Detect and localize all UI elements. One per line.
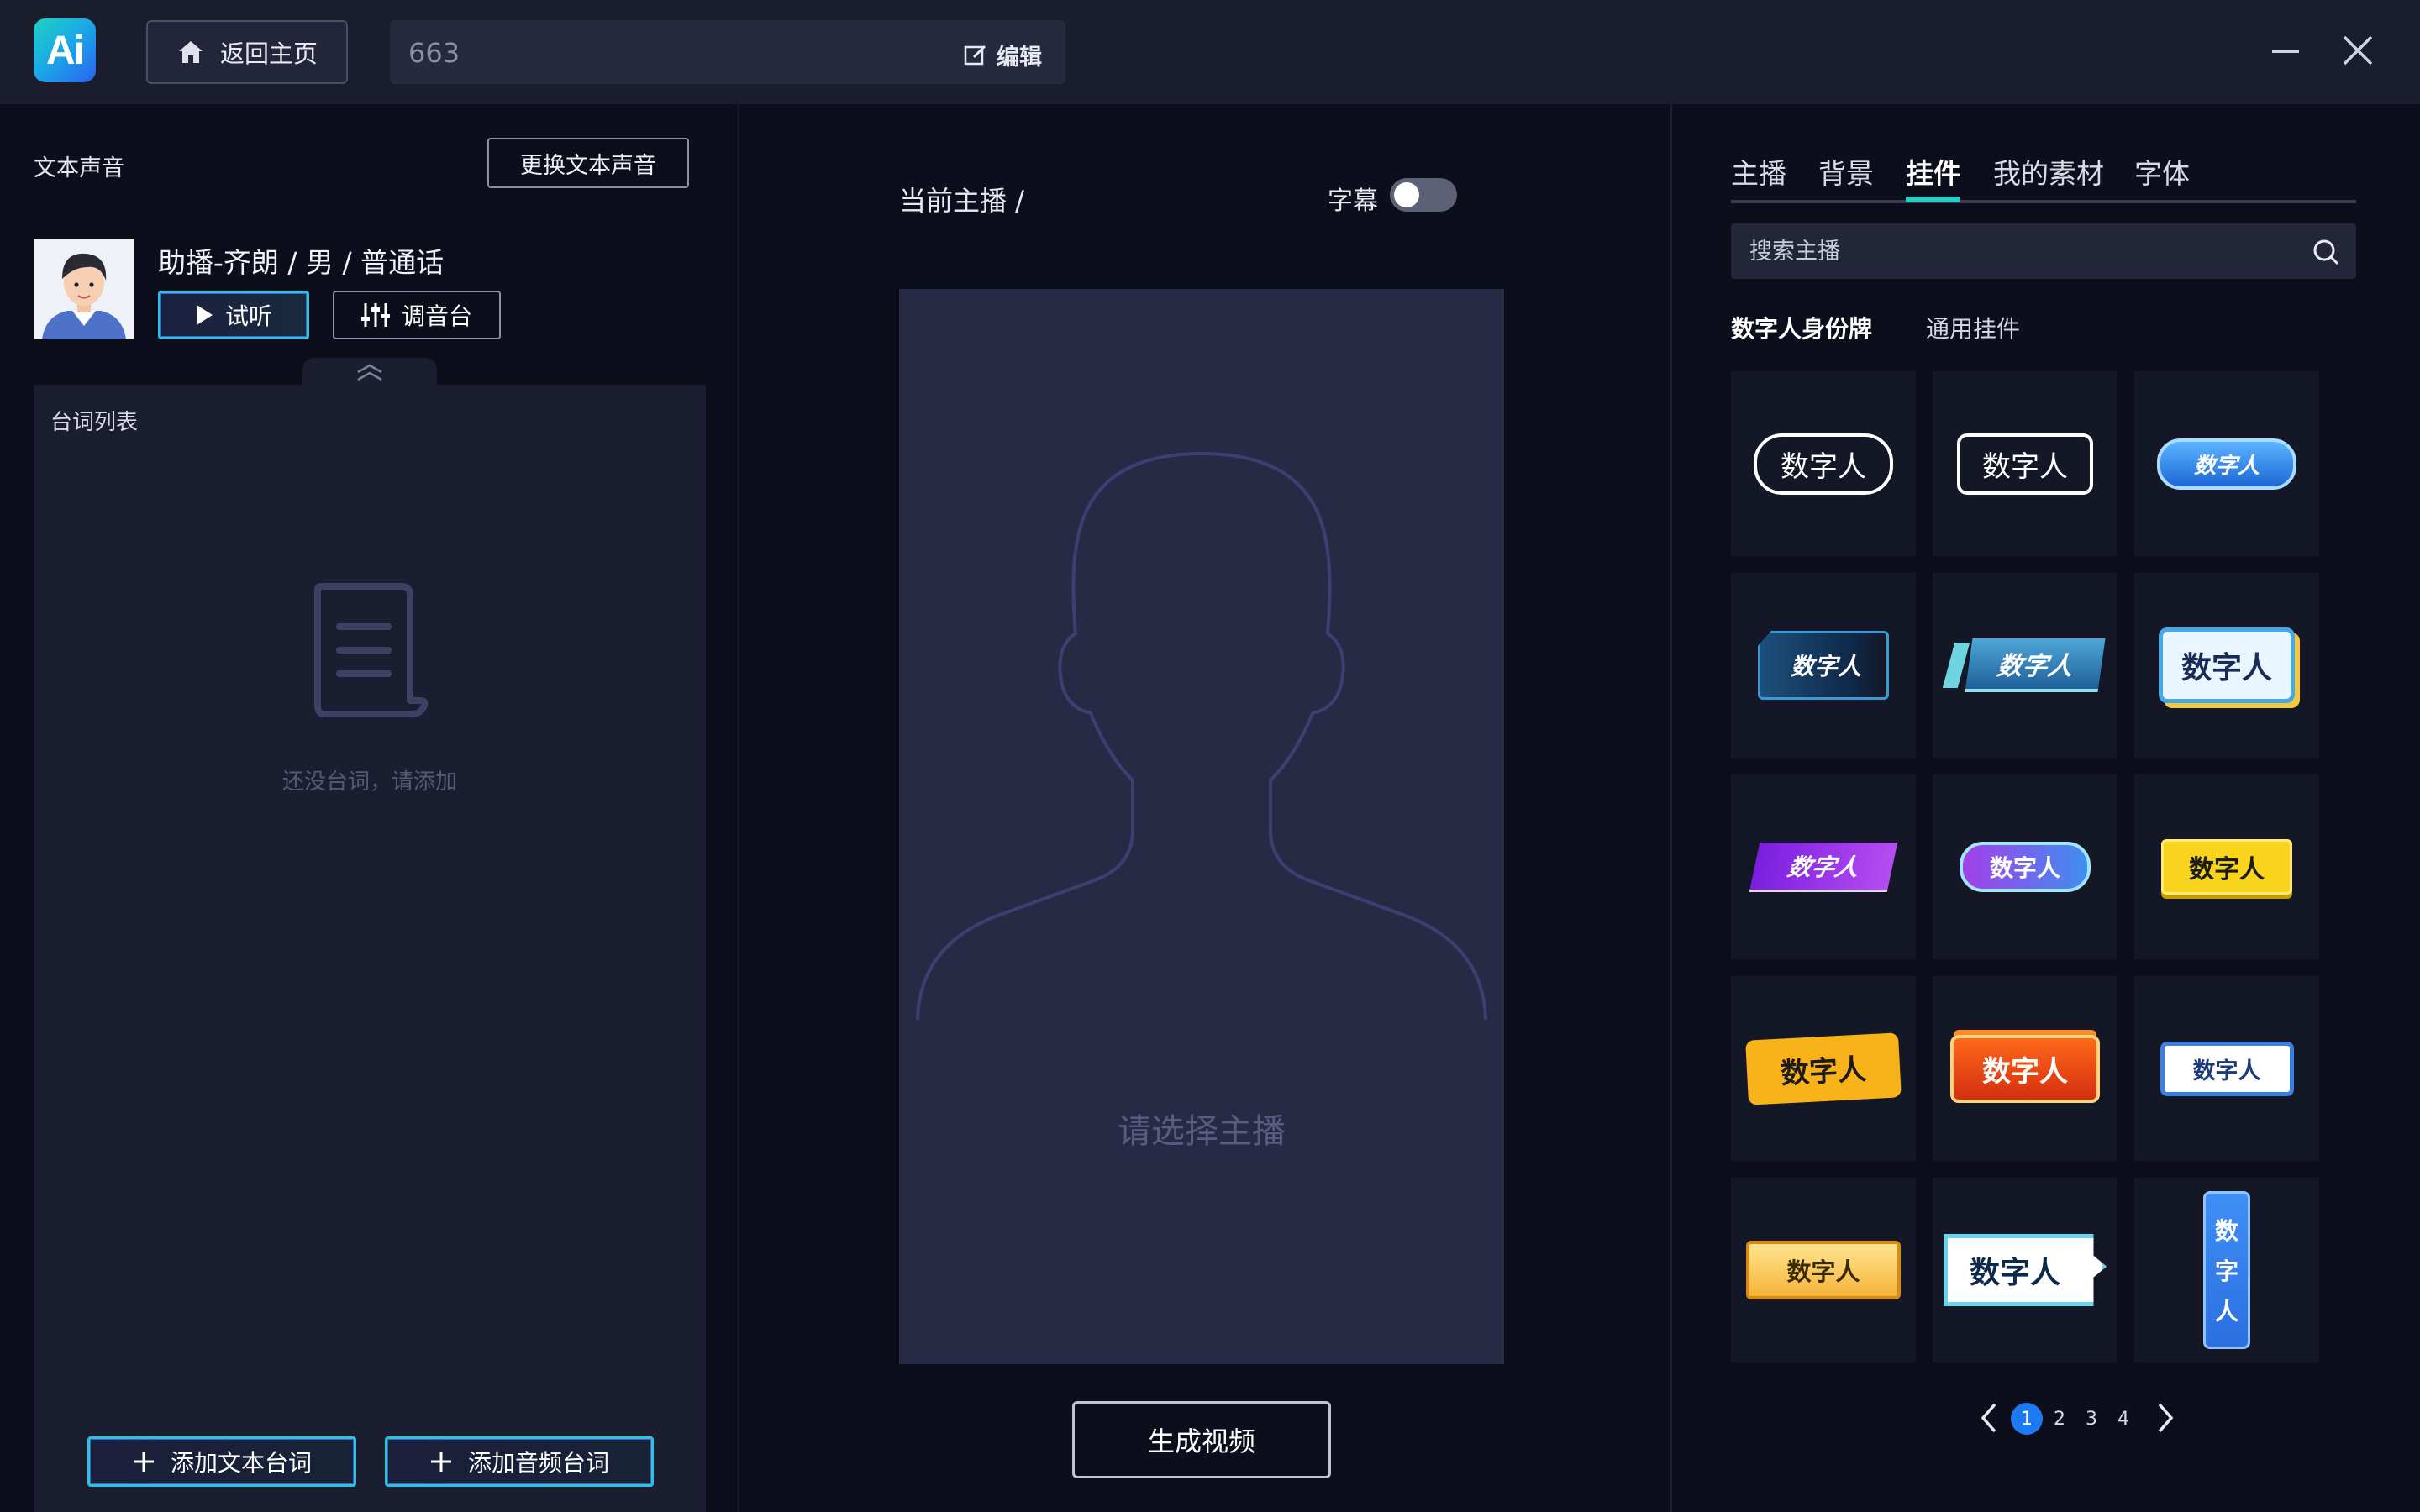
tab-background[interactable]: 背景 [1818,151,1874,192]
edit-icon [964,45,986,65]
preview-voice-button[interactable]: 试听 [158,291,309,339]
badge-style-4[interactable]: 数字人 [1731,573,1916,758]
badge-style-7[interactable]: 数字人 [1731,774,1916,959]
badge-text: 数字人 [1957,433,2093,495]
empty-lines-message: 还没台词，请添加 [281,769,457,795]
subtab-digital-id-badge[interactable]: 数字人身份牌 [1731,311,1872,344]
edit-name-button[interactable]: 编辑 [963,39,1042,71]
close-icon[interactable] [2339,32,2376,69]
badge-text: 数字人 [1754,433,1893,495]
badge-style-6[interactable]: 数字人 [2134,573,2319,758]
project-name-field[interactable]: 663 编辑 [390,20,1065,84]
right-panel-divider [1670,104,1672,1512]
tab-bar-line [1731,200,2356,203]
badge-style-12[interactable]: 数字人 [2134,976,2319,1161]
subtitle-toggle[interactable] [1390,178,1457,212]
home-button[interactable]: 返回主页 [146,20,348,84]
preview-placeholder: 请选择主播 [1118,1112,1286,1151]
voice-name: 助播-齐朗 / 男 / 普通话 [158,246,445,279]
home-icon [178,41,203,63]
toggle-knob [1394,182,1419,207]
mixer-icon [360,303,390,327]
search-box [1731,223,2356,279]
badge-style-1[interactable]: 数字人 [1731,371,1916,556]
mixer-label: 调音台 [401,302,472,330]
subtitle-label: 字幕 [1328,186,1378,216]
badge-text: 数字人 [2158,627,2295,703]
badge-style-10[interactable]: 数字人 [1731,976,1916,1161]
home-button-label: 返回主页 [219,39,318,68]
page-4[interactable]: 4 [2107,1403,2139,1435]
tab-fonts[interactable]: 字体 [2134,151,2190,192]
tab-host[interactable]: 主播 [1731,151,1786,192]
badge-style-15[interactable]: 数 字 人 [2134,1178,2319,1362]
badge-style-9[interactable]: 数字人 [2134,774,2319,959]
voice-avatar [34,239,134,339]
search-input[interactable] [1731,223,2302,279]
badge-style-8[interactable]: 数字人 [1933,774,2118,959]
active-tab-indicator [1906,197,1960,202]
plus-icon [133,1452,154,1472]
badge-text: 数字人 [1757,631,1889,700]
badge-style-2[interactable]: 数字人 [1933,371,2118,556]
badge-style-3[interactable]: 数字人 [2134,371,2319,556]
prev-page-icon[interactable] [1976,1399,2002,1436]
badge-vertical: 数 字 人 [2203,1191,2250,1349]
page-3[interactable]: 3 [2075,1403,2107,1435]
badge-text: 数字人 [1965,638,2106,692]
plus-icon [430,1452,451,1472]
lines-list-title: 台词列表 [50,410,139,435]
badge-text: 数字人 [1746,1241,1901,1299]
badge-5-wrap: 数字人 [1942,638,2106,692]
badge-text: 数字人 [1749,842,1898,892]
person-silhouette-icon [916,451,1487,1021]
double-chevron-up-icon [357,364,382,381]
mixer-button[interactable]: 调音台 [333,291,501,339]
lines-list: 台词列表 还没台词，请添加 [34,385,706,1512]
preview-voice-label: 试听 [224,302,272,330]
page-1[interactable]: 1 [2011,1403,2043,1435]
tab-my-materials[interactable]: 我的素材 [1993,151,2104,192]
edit-label: 编辑 [997,45,1042,71]
badge-char: 数 [2214,1217,2238,1245]
play-icon [196,305,213,325]
search-icon[interactable] [2311,237,2341,267]
badge-text: 数字人 [2156,438,2296,490]
left-panel-divider [738,104,739,1512]
current-host-label: 当前主播 / [899,185,1024,217]
badge-text: 数字人 [2161,839,2292,895]
subtab-general-widgets[interactable]: 通用挂件 [1926,311,2020,344]
voice-section-title: 文本声音 [34,155,124,181]
add-text-line-button[interactable]: 添加文本台词 [87,1436,356,1487]
badge-text: 数字人 [2160,1041,2294,1096]
badge-text: 数字人 [1745,1032,1902,1105]
change-voice-button[interactable]: 更换文本声音 [487,138,689,188]
title-bar: Ai 返回主页 663 编辑 [0,0,2420,104]
project-name: 663 [408,37,460,69]
video-preview: 请选择主播 [899,289,1504,1364]
page-2[interactable]: 2 [2044,1403,2075,1435]
badge-text: 数字人 [1959,842,2091,892]
generate-video-button[interactable]: 生成视频 [1072,1401,1331,1478]
badge-style-13[interactable]: 数字人 [1731,1178,1916,1362]
app-logo: Ai [34,18,96,82]
badge-style-11[interactable]: 数字人 [1933,976,2118,1161]
document-icon [314,583,429,717]
badge-char: 人 [2214,1298,2238,1326]
add-text-line-label: 添加文本台词 [170,1449,312,1477]
tab-widgets[interactable]: 挂件 [1906,151,1961,192]
badge-style-5[interactable]: 数字人 [1933,573,2118,758]
badge-text: 数字人 [1943,1234,2107,1306]
collapse-toggle[interactable] [302,358,437,386]
minimize-icon[interactable] [2272,50,2299,53]
badge-style-14[interactable]: 数字人 [1933,1178,2118,1362]
next-page-icon[interactable] [2153,1399,2178,1436]
add-audio-line-label: 添加音频台词 [467,1449,609,1477]
add-audio-line-button[interactable]: 添加音频台词 [385,1436,654,1487]
badge-text: 数字人 [1950,1034,2100,1103]
badge-char: 字 [2214,1257,2238,1285]
